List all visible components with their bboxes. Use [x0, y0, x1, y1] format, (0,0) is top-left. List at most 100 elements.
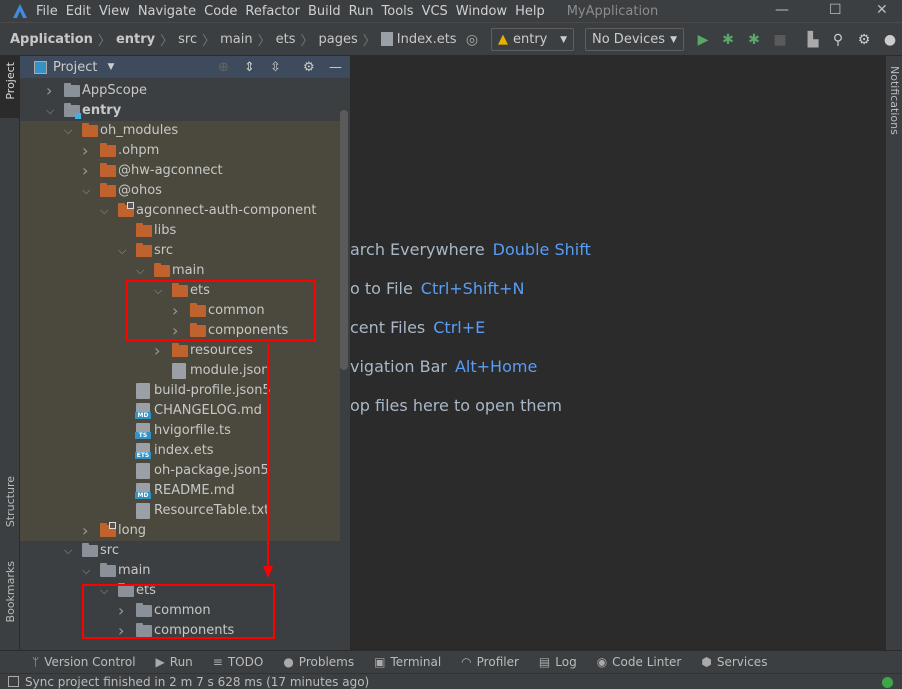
stop-icon[interactable]: ■	[772, 32, 788, 48]
tree-item[interactable]: ⌵ src	[20, 541, 340, 561]
locate-icon[interactable]: ⊕	[218, 60, 229, 75]
project-view-selector[interactable]: Project	[53, 60, 97, 75]
search-icon[interactable]: ⚲	[830, 32, 846, 48]
settings-icon[interactable]: ⚙	[856, 32, 872, 48]
toolwindow-terminal[interactable]: ▣ Terminal	[374, 655, 441, 669]
md-file-icon: MD	[135, 483, 151, 499]
tree-item[interactable]: ⌵ main	[20, 261, 340, 281]
tree-item[interactable]: ⌵ agconnect-auth-component	[20, 201, 340, 221]
tree-item[interactable]: TS hvigorfile.ts	[20, 421, 340, 441]
gear-icon[interactable]: ⚙	[303, 60, 315, 75]
breadcrumb-item[interactable]: src	[178, 32, 197, 47]
toolwindow-run[interactable]: ▶ Run	[156, 655, 193, 669]
tree-item[interactable]: ⌵ entry	[20, 101, 340, 121]
breadcrumb-item[interactable]: Application	[10, 32, 93, 47]
toolwindow-services[interactable]: ⬢ Services	[701, 655, 767, 669]
chevron-down-icon[interactable]: ⌵	[82, 181, 92, 201]
tree-item[interactable]: oh-package.json5	[20, 461, 340, 481]
menu-run[interactable]: Run	[349, 4, 374, 19]
toolwindow-version-control[interactable]: ᛘ Version Control	[32, 655, 136, 669]
menu-file[interactable]: File	[36, 4, 58, 19]
account-icon[interactable]: ●	[882, 32, 898, 48]
tree-item[interactable]: ⌵ main	[20, 561, 340, 581]
module-selector[interactable]: ▲ entry ▼	[491, 28, 574, 51]
breadcrumb-item[interactable]: main	[220, 32, 252, 47]
menu-code[interactable]: Code	[204, 4, 237, 19]
tree-item-label: AppScope	[82, 83, 147, 98]
tree-item[interactable]: libs	[20, 221, 340, 241]
terminal-icon: ▣	[374, 655, 386, 669]
project-tab[interactable]: Project	[4, 62, 17, 100]
chevron-right-icon[interactable]: ›	[82, 161, 92, 181]
menu-help[interactable]: Help	[515, 4, 545, 19]
project-structure-icon[interactable]: ▙	[805, 32, 821, 48]
tree-item[interactable]: build-profile.json5	[20, 381, 340, 401]
breadcrumb-item[interactable]: ets	[276, 32, 296, 47]
chevron-right-icon[interactable]: ›	[82, 141, 92, 161]
chevron-down-icon[interactable]: ⌵	[46, 101, 56, 121]
breadcrumb-item[interactable]: pages	[319, 32, 358, 47]
tree-item[interactable]: module.json	[20, 361, 340, 381]
status-message: Sync project finished in 2 m 7 s 628 ms …	[25, 674, 370, 689]
chevron-right-icon[interactable]: ›	[46, 81, 56, 101]
tree-item[interactable]: ResourceTable.txt	[20, 501, 340, 521]
toolwindow-log[interactable]: ▤ Log	[539, 655, 577, 669]
run-icon[interactable]: ▶	[695, 32, 711, 48]
toolwindow-problems[interactable]: ● Problems	[283, 655, 354, 669]
menu-edit[interactable]: Edit	[66, 4, 91, 19]
toolwindow-todo[interactable]: ≡ TODO	[213, 655, 264, 669]
navigation-bar: Application 〉 entry 〉 src 〉 main 〉 ets 〉 pages 〉 Ind…	[0, 22, 902, 56]
toolwindow-profiler[interactable]: ◠ Profiler	[461, 655, 519, 669]
chevron-down-icon[interactable]: ⌵	[64, 541, 74, 561]
toolwindow-label: Run	[169, 655, 193, 669]
structure-tab[interactable]: Structure	[4, 476, 17, 527]
bookmarks-tab[interactable]: Bookmarks	[4, 561, 17, 622]
breadcrumb-item[interactable]: entry	[116, 32, 155, 47]
toolwindow-code-linter[interactable]: ◉ Code Linter	[597, 655, 682, 669]
menu-refactor[interactable]: Refactor	[245, 4, 300, 19]
target-icon[interactable]: ◎	[464, 32, 480, 48]
tree-item[interactable]: › @hw-agconnect	[20, 161, 340, 181]
maximize-button[interactable]: ☐	[829, 2, 842, 18]
folder-icon	[100, 163, 116, 177]
breadcrumb-item[interactable]: Index.ets	[397, 32, 457, 47]
expand-all-icon[interactable]: ⇕	[244, 60, 255, 75]
tree-item[interactable]: ⌵ oh_modules	[20, 121, 340, 141]
menu-tools[interactable]: Tools	[382, 4, 414, 19]
minimize-button[interactable]: —	[775, 2, 789, 18]
chevron-down-icon[interactable]: ⌵	[100, 201, 110, 221]
menu-build[interactable]: Build	[308, 4, 341, 19]
tree-item[interactable]: ⌵ @ohos	[20, 181, 340, 201]
menu-view[interactable]: View	[99, 4, 130, 19]
chevron-down-icon[interactable]: ▼	[107, 62, 114, 72]
chevron-down-icon[interactable]: ⌵	[136, 261, 146, 281]
tree-item[interactable]: › resources	[20, 341, 340, 361]
tree-item[interactable]: ⌵ src	[20, 241, 340, 261]
annotation-arrow	[263, 344, 273, 578]
tree-item[interactable]: › long	[20, 521, 340, 541]
tree-item-label: long	[118, 523, 147, 538]
menu-window[interactable]: Window	[456, 4, 507, 19]
menu-navigate[interactable]: Navigate	[138, 4, 196, 19]
chevron-down-icon[interactable]: ⌵	[82, 561, 92, 581]
collapse-all-icon[interactable]: ⇳	[270, 60, 281, 75]
tree-scrollbar[interactable]	[340, 110, 348, 370]
attach-debugger-icon[interactable]: ✱	[746, 32, 762, 48]
tree-item[interactable]: ETS index.ets	[20, 441, 340, 461]
notifications-tab[interactable]: Notifications	[888, 66, 901, 135]
menu-vcs[interactable]: VCS	[422, 4, 448, 19]
hide-panel-icon[interactable]: —	[329, 60, 342, 75]
toggle-panels-icon[interactable]	[8, 676, 19, 687]
close-button[interactable]: ✕	[876, 2, 888, 18]
chevron-down-icon[interactable]: ⌵	[118, 241, 128, 261]
tree-item[interactable]: › .ohpm	[20, 141, 340, 161]
tree-item-label: @ohos	[118, 183, 162, 198]
tree-item[interactable]: MD CHANGELOG.md	[20, 401, 340, 421]
tree-item[interactable]: › AppScope	[20, 81, 340, 101]
tree-item[interactable]: MD README.md	[20, 481, 340, 501]
chevron-right-icon[interactable]: ›	[154, 341, 164, 361]
chevron-right-icon[interactable]: ›	[82, 521, 92, 541]
debug-icon[interactable]: ✱	[720, 32, 736, 48]
device-selector[interactable]: No Devices ▼	[585, 28, 684, 51]
chevron-down-icon[interactable]: ⌵	[64, 121, 74, 141]
